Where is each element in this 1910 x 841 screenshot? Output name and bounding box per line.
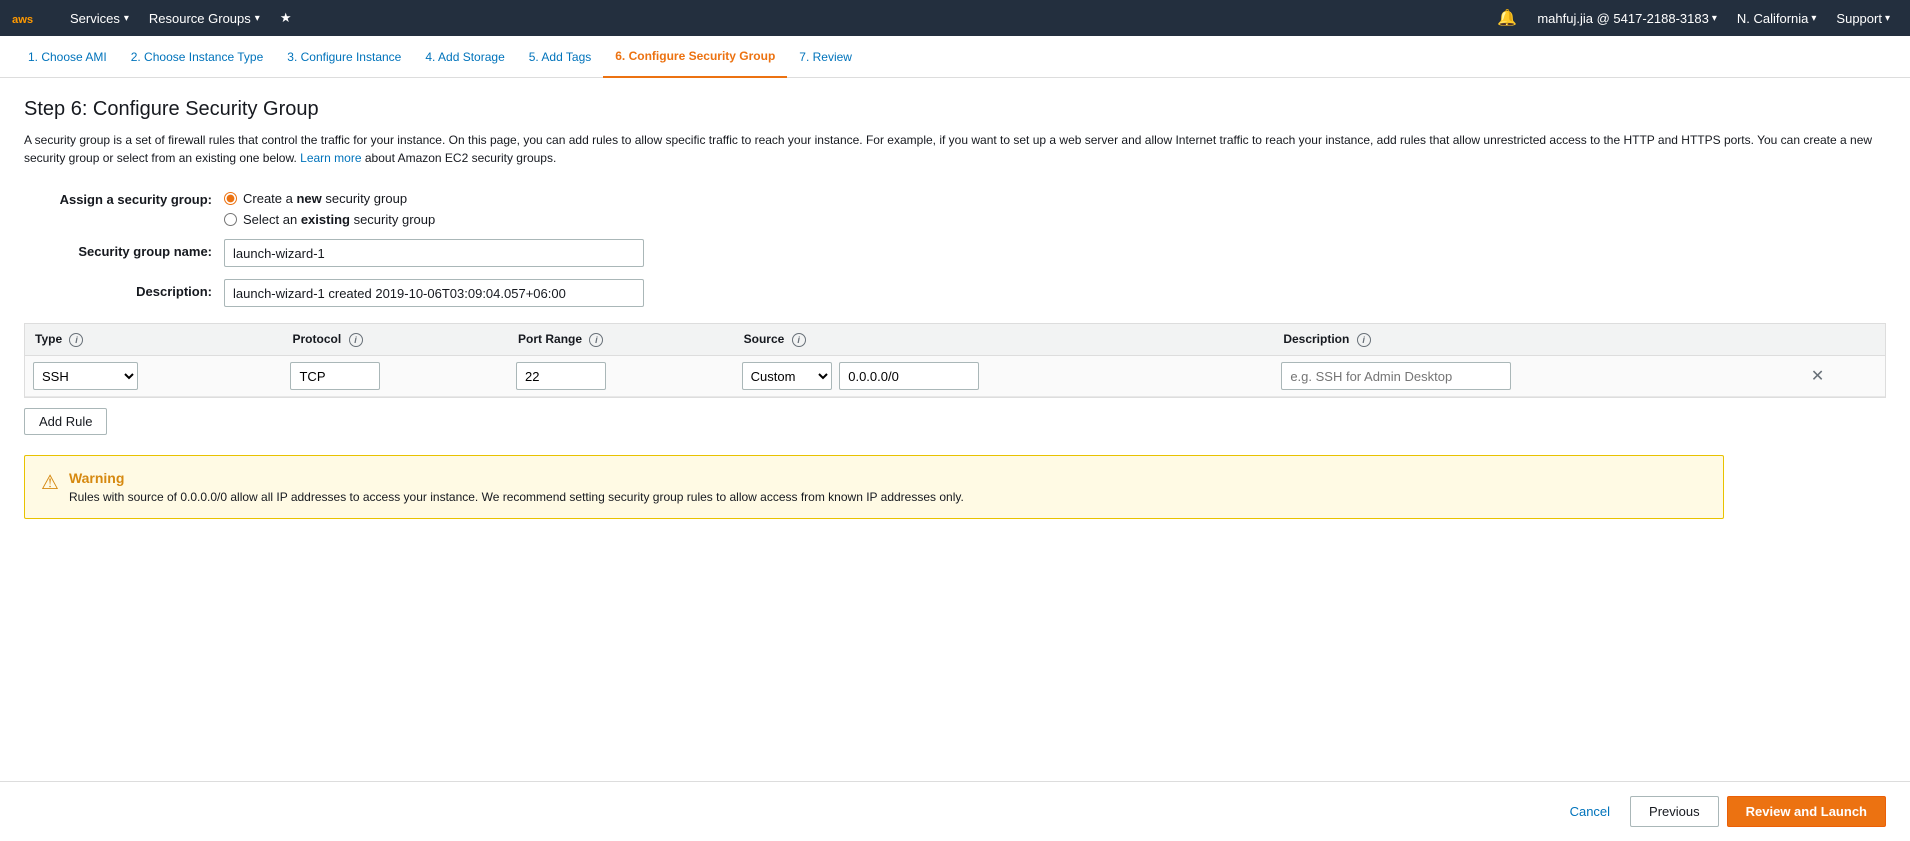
tab-security[interactable]: 6. Configure Security Group <box>603 36 787 78</box>
sg-name-input[interactable] <box>224 239 644 267</box>
radio-new-option[interactable]: Create a new security group <box>224 191 1886 206</box>
assign-sg-row: Assign a security group: Create a new se… <box>24 187 1886 227</box>
assign-sg-options: Create a new security group Select an ex… <box>224 187 1886 227</box>
learn-more-link[interactable]: Learn more <box>300 151 361 165</box>
notifications-bell-icon[interactable]: 🔔 <box>1489 8 1525 28</box>
description-input[interactable] <box>1281 362 1511 390</box>
region-menu[interactable]: N. California ▾ <box>1729 11 1825 26</box>
page-title: Step 6: Configure Security Group <box>24 98 1886 121</box>
radio-existing-option[interactable]: Select an existing security group <box>224 212 1886 227</box>
tab-review[interactable]: 7. Review <box>787 36 864 78</box>
sg-description-row: Description: <box>24 279 1886 307</box>
source-info-icon[interactable]: i <box>792 333 806 347</box>
support-menu[interactable]: Support ▾ <box>1828 11 1898 26</box>
col-source: Source i <box>734 324 1274 356</box>
sg-description-input[interactable] <box>224 279 644 307</box>
col-delete <box>1797 324 1885 356</box>
region-label: N. California <box>1737 11 1809 26</box>
sg-name-wrap <box>224 239 1886 267</box>
radio-existing-input[interactable] <box>224 213 237 226</box>
services-label: Services <box>70 11 120 26</box>
desc-info-icon[interactable]: i <box>1357 333 1371 347</box>
region-caret: ▾ <box>1811 13 1816 24</box>
protocol-info-icon[interactable]: i <box>349 333 363 347</box>
source-select[interactable]: Custom Anywhere My IP <box>742 362 832 390</box>
svg-text:aws: aws <box>12 14 33 26</box>
resource-groups-label: Resource Groups <box>149 11 251 26</box>
user-label: mahfuj.jia @ 5417-2188-3183 <box>1537 11 1708 26</box>
table-row: SSH HTTP HTTPS Custom TCP All traffic <box>25 356 1885 397</box>
sg-name-row: Security group name: <box>24 239 1886 267</box>
source-value-input[interactable] <box>839 362 979 390</box>
tab-tags[interactable]: 5. Add Tags <box>517 36 604 78</box>
previous-button[interactable]: Previous <box>1630 796 1719 827</box>
radio-new-input[interactable] <box>224 192 237 205</box>
tab-storage[interactable]: 4. Add Storage <box>413 36 516 78</box>
resource-groups-caret: ▾ <box>255 13 260 24</box>
warning-triangle-icon: ⚠ <box>41 470 59 495</box>
rules-table-header: Type i Protocol i Port Range i Source i <box>25 324 1885 356</box>
user-caret: ▾ <box>1712 13 1717 24</box>
sg-description-label: Description: <box>24 279 224 299</box>
nav-right: 🔔 mahfuj.jia @ 5417-2188-3183 ▾ N. Calif… <box>1489 8 1898 28</box>
tab-ami[interactable]: 1. Choose AMI <box>16 36 119 78</box>
sg-name-label: Security group name: <box>24 239 224 259</box>
port-info-icon[interactable]: i <box>589 333 603 347</box>
col-description: Description i <box>1273 324 1797 356</box>
review-launch-button[interactable]: Review and Launch <box>1727 796 1886 827</box>
warning-title: Warning <box>69 470 964 486</box>
warning-content: Warning Rules with source of 0.0.0.0/0 a… <box>69 470 964 504</box>
support-caret: ▾ <box>1885 13 1890 24</box>
delete-rule-button[interactable]: ✕ <box>1805 364 1830 388</box>
add-rule-button[interactable]: Add Rule <box>24 408 107 435</box>
port-input[interactable] <box>516 362 606 390</box>
type-select[interactable]: SSH HTTP HTTPS Custom TCP All traffic <box>33 362 138 390</box>
cell-source: Custom Anywhere My IP <box>734 356 1274 397</box>
cancel-button[interactable]: Cancel <box>1558 798 1622 825</box>
sg-description-wrap <box>224 279 1886 307</box>
col-port-range: Port Range i <box>508 324 734 356</box>
services-button[interactable]: Services ▾ <box>60 0 139 36</box>
cell-port-range <box>508 356 734 397</box>
aws-logo: aws <box>12 8 44 28</box>
top-nav: aws Services ▾ Resource Groups ▾ ★ 🔔 mah… <box>0 0 1910 36</box>
cell-description <box>1273 356 1797 397</box>
cell-delete: ✕ <box>1797 356 1885 397</box>
protocol-input[interactable] <box>290 362 380 390</box>
rules-table: Type i Protocol i Port Range i Source i <box>25 324 1885 397</box>
rules-table-wrap: Type i Protocol i Port Range i Source i <box>24 323 1886 398</box>
type-info-icon[interactable]: i <box>69 333 83 347</box>
user-menu[interactable]: mahfuj.jia @ 5417-2188-3183 ▾ <box>1529 11 1725 26</box>
bottom-bar: Cancel Previous Review and Launch <box>0 781 1910 841</box>
col-protocol: Protocol i <box>282 324 508 356</box>
page-description: A security group is a set of firewall ru… <box>24 131 1886 167</box>
tab-instance-type[interactable]: 2. Choose Instance Type <box>119 36 276 78</box>
tab-instance[interactable]: 3. Configure Instance <box>275 36 413 78</box>
warning-text: Rules with source of 0.0.0.0/0 allow all… <box>69 490 964 504</box>
cell-protocol <box>282 356 508 397</box>
radio-existing-text: Select an existing security group <box>243 212 435 227</box>
services-caret: ▾ <box>124 13 129 24</box>
star-icon: ★ <box>280 10 292 26</box>
bookmarks-button[interactable]: ★ <box>270 0 302 36</box>
warning-box: ⚠ Warning Rules with source of 0.0.0.0/0… <box>24 455 1724 519</box>
wizard-tabs: 1. Choose AMI 2. Choose Instance Type 3.… <box>0 36 1910 78</box>
cell-type: SSH HTTP HTTPS Custom TCP All traffic <box>25 356 282 397</box>
resource-groups-button[interactable]: Resource Groups ▾ <box>139 0 270 36</box>
main-content: Step 6: Configure Security Group A secur… <box>0 78 1910 781</box>
description-text-p2: about Amazon EC2 security groups. <box>365 151 556 165</box>
col-type: Type i <box>25 324 282 356</box>
assign-sg-label: Assign a security group: <box>24 187 224 207</box>
support-label: Support <box>1836 11 1882 26</box>
radio-new-text: Create a new security group <box>243 191 407 206</box>
